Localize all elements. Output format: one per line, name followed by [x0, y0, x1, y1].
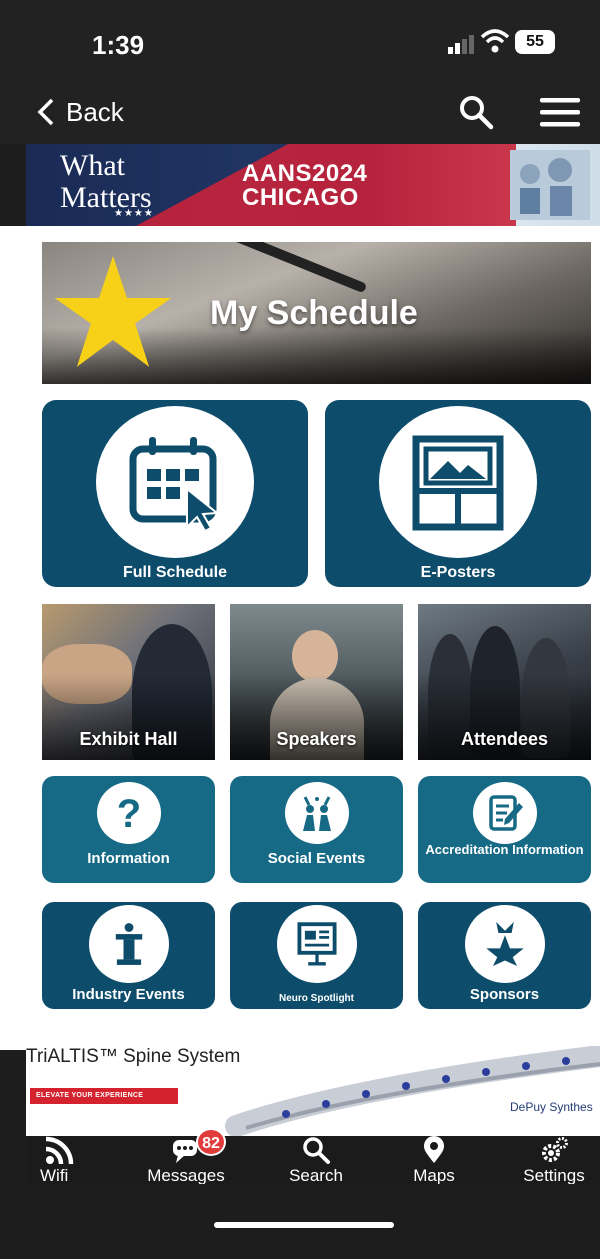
ad-badge: ELEVATE YOUR EXPERIENCE	[30, 1088, 178, 1104]
wifi-icon	[46, 1136, 74, 1164]
tab-label: Messages	[147, 1166, 225, 1185]
status-time: 1:39	[92, 30, 145, 60]
neuro-spotlight-label: Neuro Spotlight	[279, 993, 354, 1004]
icon-circle	[88, 905, 169, 983]
podium-icon	[115, 923, 142, 965]
speakers-label: Speakers	[276, 729, 357, 749]
question-icon: ?	[116, 793, 140, 833]
home-indicator[interactable]	[214, 1222, 394, 1228]
information-tile[interactable]: ? Information	[42, 776, 215, 883]
map-pin-icon	[424, 1136, 444, 1163]
tab-label: Wifi	[40, 1166, 69, 1185]
full-schedule-tile[interactable]: Full Schedule	[42, 400, 308, 587]
ad-brand: DePuy Synthes	[510, 1100, 593, 1114]
e-posters-tile[interactable]: E-Posters	[325, 400, 591, 587]
icon-circle	[464, 905, 545, 983]
my-schedule-tile[interactable]: My Schedule	[42, 242, 591, 384]
industry-events-label: Industry Events	[72, 986, 185, 1003]
icon-circle	[96, 406, 254, 558]
tab-wifi[interactable]: Wifi	[26, 1136, 96, 1185]
gears-icon	[542, 1137, 568, 1162]
hamburger-menu-icon[interactable]	[540, 94, 580, 130]
tab-bar: Wifi 82 Messages Search Maps Settings	[26, 1128, 600, 1185]
edit-document-icon	[488, 795, 523, 831]
event-banner[interactable]: What Matters ★★★★ AANS2024 CHICAGO	[26, 144, 600, 226]
my-schedule-label: My Schedule	[210, 294, 418, 332]
ad-title: TriALTIS™ Spine System	[26, 1046, 241, 1067]
icon-circle: ?	[96, 782, 161, 844]
information-label: Information	[87, 850, 170, 867]
calendar-icon	[129, 437, 220, 533]
full-schedule-label: Full Schedule	[122, 564, 227, 581]
back-label: Back	[66, 96, 124, 127]
bottom-safe-area	[0, 1184, 600, 1259]
e-posters-label: E-Posters	[420, 564, 496, 581]
icon-circle	[276, 905, 357, 983]
logo-line-1: What	[60, 149, 125, 182]
exhibit-hall-label: Exhibit Hall	[79, 729, 178, 749]
attendees-label: Attendees	[460, 729, 549, 749]
nav-bar: Back	[0, 80, 600, 144]
search-icon	[303, 1137, 330, 1164]
tab-search[interactable]: Search	[266, 1136, 366, 1185]
tab-label: Maps	[413, 1166, 455, 1185]
celebration-icon	[302, 796, 331, 831]
industry-events-tile[interactable]: Industry Events	[42, 902, 215, 1009]
tab-label: Settings	[523, 1166, 585, 1185]
svg-text:?: ?	[116, 793, 140, 833]
chevron-left-icon	[37, 98, 54, 126]
icon-circle	[472, 782, 537, 844]
accreditation-information-label: Accreditation Information	[425, 842, 584, 857]
battery-indicator: 55	[515, 30, 555, 54]
presentation-icon	[296, 922, 337, 966]
back-button[interactable]: Back	[36, 92, 124, 132]
main-content: My Schedule Full Schedule E-Posters Exhi…	[0, 226, 600, 1050]
wifi-status-icon	[480, 29, 510, 53]
sponsor-ad-banner[interactable]: TriALTIS™ Spine System ELEVATE YOUR EXPE…	[26, 1046, 600, 1136]
cellular-signal-icon	[448, 35, 474, 54]
poster-icon	[412, 435, 504, 531]
tab-label: Search	[289, 1166, 343, 1185]
banner-collage-image	[510, 150, 590, 220]
status-bar: 1:39 55	[0, 0, 600, 80]
social-events-label: Social Events	[267, 850, 366, 867]
accreditation-information-tile[interactable]: Accreditation Information	[418, 776, 591, 883]
what-matters-logo: What Matters	[60, 150, 152, 214]
sponsors-label: Sponsors	[469, 986, 540, 1003]
banner-title-line-2: CHICAGO	[242, 184, 359, 211]
tab-settings[interactable]: Settings	[504, 1136, 600, 1185]
medal-star-icon	[485, 922, 524, 966]
messages-unread-badge: 82	[196, 1128, 226, 1156]
icon-circle	[284, 782, 349, 844]
logo-stars: ★★★★	[114, 208, 154, 219]
tab-maps[interactable]: Maps	[384, 1136, 484, 1185]
search-icon[interactable]	[458, 94, 494, 130]
attendees-tile[interactable]: Attendees	[418, 604, 591, 760]
social-events-tile[interactable]: Social Events	[230, 776, 403, 883]
sponsors-tile[interactable]: Sponsors	[418, 902, 591, 1009]
tab-messages[interactable]: 82 Messages	[136, 1128, 236, 1185]
exhibit-hall-tile[interactable]: Exhibit Hall	[42, 604, 215, 760]
star-icon	[54, 256, 172, 367]
neuro-spotlight-tile[interactable]: Neuro Spotlight	[230, 902, 403, 1009]
spine-implant-image	[225, 1046, 600, 1136]
speakers-tile[interactable]: Speakers	[230, 604, 403, 760]
icon-circle	[379, 406, 537, 558]
